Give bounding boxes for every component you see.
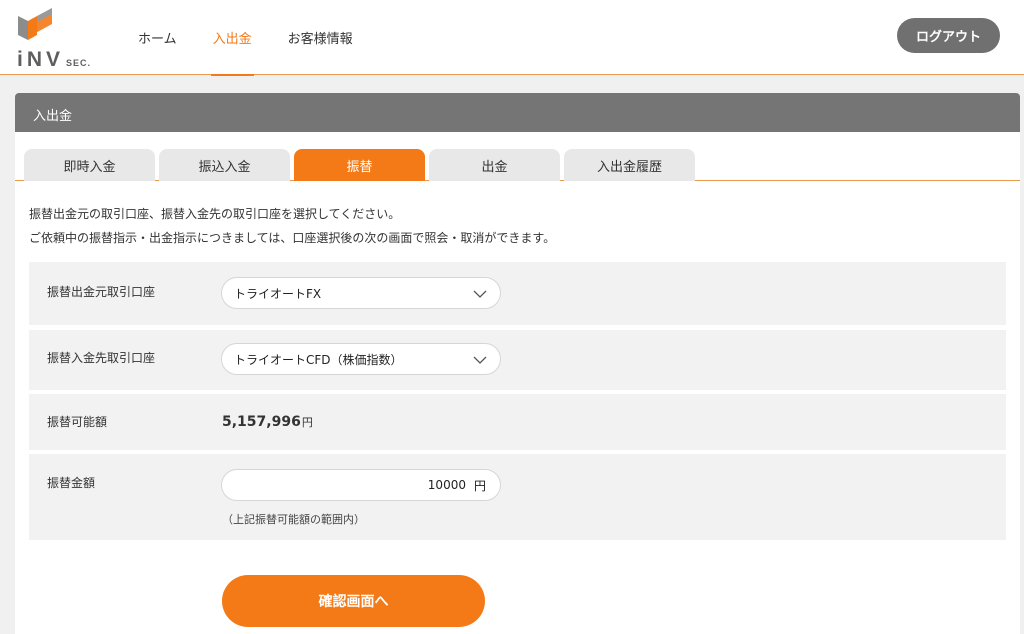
logo-mark-icon [18, 8, 52, 40]
logout-button[interactable]: ログアウト [897, 18, 1000, 53]
available-amount-number: 5,157,996 [222, 414, 301, 430]
transfer-amount-unit: 円 [473, 478, 486, 493]
instruction-line: 振替出金元の取引口座、振替入金先の取引口座を選択してください。 [29, 207, 401, 221]
transfer-amount-value: 10000 [427, 478, 466, 492]
transfer-amount-label: 振替金額 [47, 476, 96, 490]
available-amount-label: 振替可能額 [47, 415, 108, 429]
tab-transfer-deposit[interactable]: 振込入金 [159, 149, 290, 181]
main-nav: ホーム 入出金 お客様情報 [120, 0, 371, 76]
header: iNV SEC. ホーム 入出金 お客様情報 ログアウト [0, 0, 1024, 76]
confirm-button[interactable]: 確認画面へ [222, 575, 485, 627]
chevron-down-icon [473, 290, 487, 298]
available-amount-row: 振替可能額 5,157,996円 [29, 394, 1006, 450]
logo-sub-text: SEC. [66, 58, 92, 68]
tab-bar: 即時入金 振込入金 振替 出金 入出金履歴 [15, 132, 1020, 181]
logo-text: iNV [17, 48, 65, 71]
from-account-select[interactable]: トライオートFX [221, 277, 501, 309]
instructions: 振替出金元の取引口座、振替入金先の取引口座を選択してください。 ご依頼中の振替指… [29, 202, 555, 250]
inv-sec-logo[interactable]: iNV SEC. [16, 6, 100, 71]
to-account-value: トライオートCFD（株価指数） [234, 352, 403, 367]
from-account-row: 振替出金元取引口座 トライオートFX [29, 262, 1006, 325]
tab-history[interactable]: 入出金履歴 [564, 149, 695, 181]
tab-withdrawal[interactable]: 出金 [429, 149, 560, 181]
available-amount-unit: 円 [301, 416, 313, 429]
instruction-line: ご依頼中の振替指示・出金指示につきましては、口座選択後の次の画面で照会・取消がで… [29, 231, 556, 245]
transfer-amount-row: 振替金額 10000 円 （上記振替可能額の範囲内） [29, 454, 1006, 540]
to-account-label: 振替入金先取引口座 [47, 351, 156, 365]
nav-customer-info[interactable]: お客様情報 [270, 0, 371, 75]
tab-transfer[interactable]: 振替 [294, 149, 425, 181]
panel-title: 入出金 [15, 93, 1020, 132]
to-account-select[interactable]: トライオートCFD（株価指数） [221, 343, 501, 375]
nav-home[interactable]: ホーム [120, 0, 195, 75]
deposit-withdrawal-panel: 入出金 即時入金 振込入金 振替 出金 入出金履歴 振替出金元の取引口座、振替入… [15, 93, 1020, 634]
transfer-amount-input[interactable]: 10000 円 [221, 469, 501, 501]
tab-instant-deposit[interactable]: 即時入金 [24, 149, 155, 181]
nav-deposit-withdrawal[interactable]: 入出金 [195, 0, 270, 76]
transfer-amount-hint: （上記振替可能額の範囲内） [222, 513, 365, 526]
available-amount-value: 5,157,996円 [222, 414, 313, 430]
chevron-down-icon [473, 356, 487, 364]
from-account-label: 振替出金元取引口座 [47, 285, 156, 299]
from-account-value: トライオートFX [234, 286, 322, 301]
to-account-row: 振替入金先取引口座 トライオートCFD（株価指数） [29, 330, 1006, 390]
